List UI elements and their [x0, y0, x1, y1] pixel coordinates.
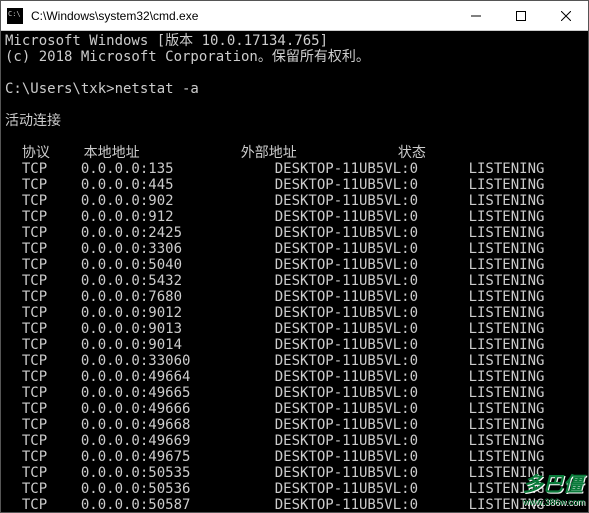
- maximize-button[interactable]: [498, 1, 543, 30]
- watermark: 多巴僵 www.386w.com: [523, 468, 585, 507]
- terminal-output[interactable]: Microsoft Windows [版本 10.0.17134.765] (c…: [1, 31, 588, 512]
- minimize-icon: [471, 11, 481, 21]
- minimize-button[interactable]: [453, 1, 498, 30]
- window-controls: [453, 1, 588, 30]
- titlebar[interactable]: C:\Windows\system32\cmd.exe: [1, 1, 588, 31]
- window-title: C:\Windows\system32\cmd.exe: [29, 9, 453, 23]
- maximize-icon: [516, 11, 526, 21]
- watermark-sub: www.386w.com: [523, 497, 585, 507]
- close-button[interactable]: [543, 1, 588, 30]
- cmd-icon: [7, 8, 23, 24]
- watermark-text: 多巴僵: [523, 474, 583, 496]
- close-icon: [561, 11, 571, 21]
- cmd-window: C:\Windows\system32\cmd.exe Microsoft Wi…: [0, 0, 589, 513]
